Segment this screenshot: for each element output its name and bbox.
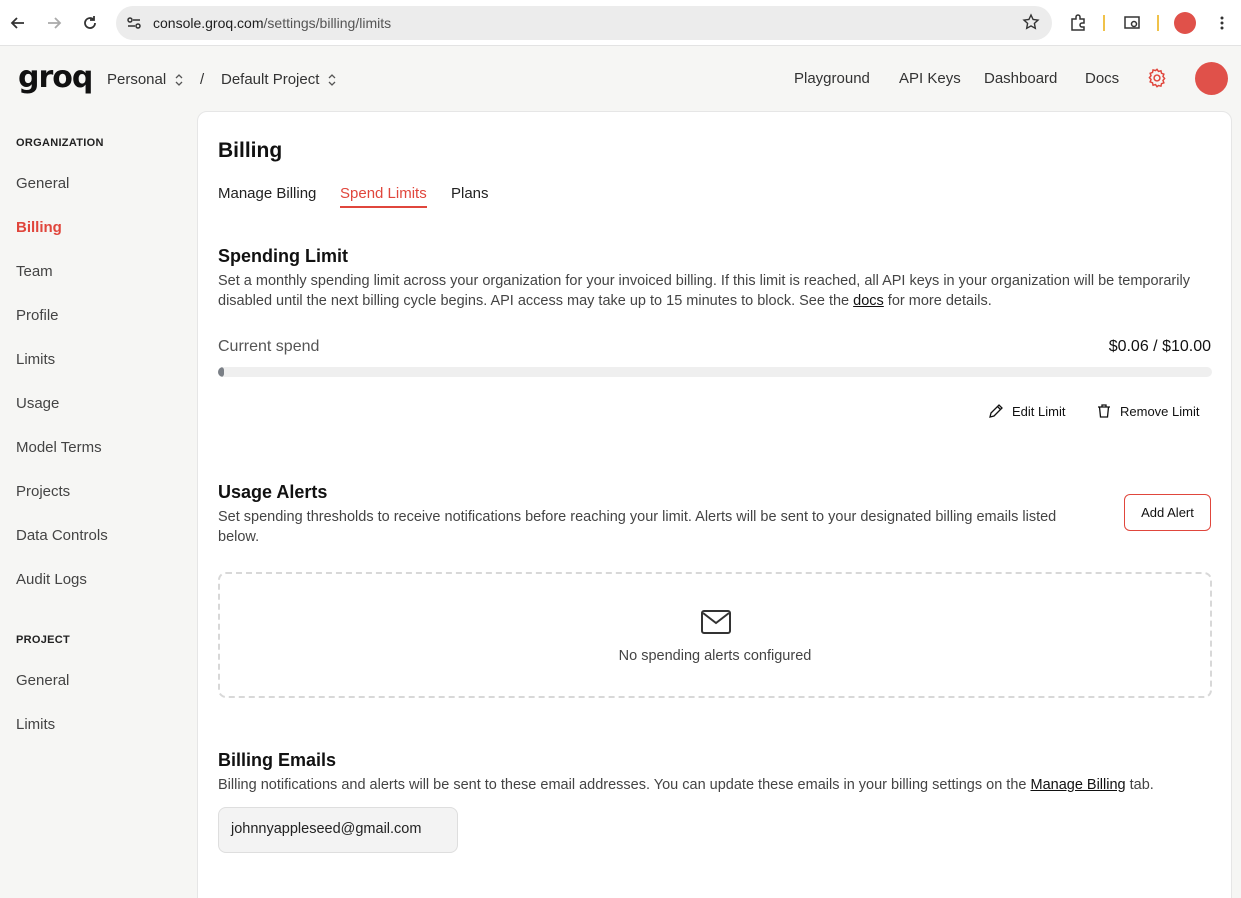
sidebar-item-project-general[interactable]: General: [16, 672, 69, 689]
spend-progress-fill: [218, 367, 224, 377]
address-bar[interactable]: console.groq.com/settings/billing/limits: [116, 6, 1052, 40]
reload-icon[interactable]: [78, 11, 102, 35]
billing-emails-description: Billing notifications and alerts will be…: [218, 777, 1154, 793]
current-spend-value: $0.06 / $10.00: [1108, 338, 1211, 355]
spending-limit-title: Spending Limit: [218, 246, 348, 266]
gear-icon[interactable]: [1146, 67, 1168, 89]
toolbar-divider: [1103, 15, 1105, 31]
sidebar-heading-organization: ORGANIZATION: [16, 137, 104, 149]
org-name: Personal: [107, 71, 167, 88]
nav-dashboard[interactable]: Dashboard: [984, 70, 1057, 87]
tab-manage-billing[interactable]: Manage Billing: [218, 185, 316, 206]
sidebar-item-project-limits[interactable]: Limits: [16, 716, 55, 733]
chevron-updown-icon: [175, 73, 183, 86]
sidebar-item-data-controls[interactable]: Data Controls: [16, 527, 108, 544]
usage-alerts-description: Set spending thresholds to receive notif…: [218, 509, 1057, 545]
spending-limit-description: Set a monthly spending limit across your…: [218, 273, 1190, 309]
sidebar-item-model-terms[interactable]: Model Terms: [16, 439, 102, 456]
empty-state-text: No spending alerts configured: [618, 648, 812, 664]
alerts-empty-state: No spending alerts configured: [218, 572, 1212, 698]
browser-toolbar: console.groq.com/settings/billing/limits: [0, 0, 1241, 46]
trash-icon: [1098, 404, 1110, 418]
pencil-icon: [989, 404, 1003, 418]
sidebar-item-billing[interactable]: Billing: [16, 219, 62, 236]
browser-menu-icon[interactable]: [1210, 11, 1234, 35]
tab-plans[interactable]: Plans: [451, 185, 489, 206]
sidebar-item-projects[interactable]: Projects: [16, 483, 70, 500]
docs-link[interactable]: docs: [853, 293, 884, 309]
spend-progress-bar: [218, 367, 1212, 377]
mail-icon: [700, 608, 732, 641]
sidebar-item-general[interactable]: General: [16, 175, 69, 192]
sidebar-item-limits[interactable]: Limits: [16, 351, 55, 368]
billing-email-chip: johnnyappleseed@gmail.com: [218, 807, 458, 853]
edit-limit-button[interactable]: Edit Limit: [988, 403, 1065, 419]
project-name: Default Project: [221, 71, 320, 88]
toolbar-divider: [1157, 15, 1159, 31]
groq-logo[interactable]: groq: [18, 63, 93, 93]
tab-spend-limits[interactable]: Spend Limits: [340, 185, 427, 208]
sidebar-item-team[interactable]: Team: [16, 263, 53, 280]
billing-panel: Billing Manage Billing Spend Limits Plan…: [197, 111, 1232, 898]
tab-search-icon[interactable]: [1120, 11, 1144, 35]
sidebar-heading-project: PROJECT: [16, 634, 71, 646]
breadcrumb-separator: /: [200, 71, 205, 88]
remove-limit-button[interactable]: Remove Limit: [1096, 403, 1199, 419]
site-settings-icon[interactable]: [124, 13, 144, 33]
manage-billing-link[interactable]: Manage Billing: [1030, 777, 1125, 793]
page-title: Billing: [218, 139, 283, 162]
sidebar-item-usage[interactable]: Usage: [16, 395, 59, 412]
usage-alerts-title: Usage Alerts: [218, 482, 328, 502]
org-switcher[interactable]: Personal: [107, 71, 186, 88]
chevron-updown-icon: [328, 73, 336, 86]
nav-docs[interactable]: Docs: [1085, 70, 1119, 87]
add-alert-button[interactable]: Add Alert: [1124, 494, 1211, 531]
current-spend-label: Current spend: [218, 338, 320, 355]
forward-icon[interactable]: [42, 11, 66, 35]
bookmark-star-icon[interactable]: [1022, 13, 1040, 36]
nav-api-keys[interactable]: API Keys: [899, 70, 961, 87]
billing-emails-title: Billing Emails: [218, 750, 337, 770]
url-text: console.groq.com/settings/billing/limits: [153, 15, 392, 31]
sidebar-item-audit-logs[interactable]: Audit Logs: [16, 571, 87, 588]
browser-profile-avatar[interactable]: [1174, 12, 1196, 34]
sidebar-item-profile[interactable]: Profile: [16, 307, 59, 324]
back-icon[interactable]: [6, 11, 30, 35]
nav-playground[interactable]: Playground: [794, 70, 870, 87]
extensions-icon[interactable]: [1066, 11, 1090, 35]
project-switcher[interactable]: Default Project: [221, 71, 339, 88]
user-avatar[interactable]: [1195, 62, 1228, 95]
